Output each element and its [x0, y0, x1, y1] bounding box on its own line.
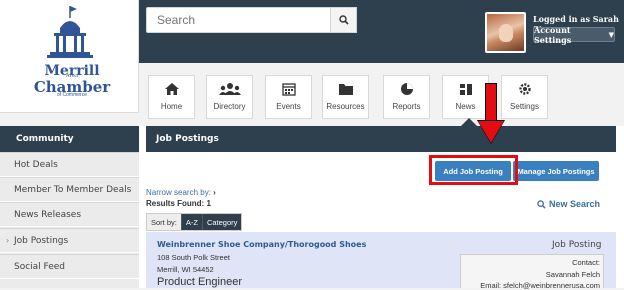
company-name-link[interactable]: Weinbrenner Shoe Company/Thorogood Shoes [157, 240, 366, 249]
sidebar-item-label: Member To Member Deals [14, 184, 132, 195]
search-box [146, 7, 357, 33]
chevron-right-icon: › [213, 188, 216, 197]
sidebar-header-label: Community [16, 134, 74, 144]
nav-settings-label: Settings [510, 102, 539, 111]
sidebar-item-job-postings[interactable]: › Job Postings [0, 228, 139, 253]
sidebar-item-member-deals[interactable]: Member To Member Deals [0, 177, 139, 202]
listing-type-label: Job Posting [552, 240, 602, 250]
nav-resources-label: Resources [326, 102, 365, 111]
address-line-2: Merrill, WI 54452 [157, 265, 214, 274]
nav-home[interactable]: Home [148, 75, 195, 119]
nav-news[interactable]: News [442, 75, 489, 119]
gear-icon [518, 83, 531, 95]
calendar-icon [281, 83, 296, 96]
sort-label: Sort by: [151, 217, 177, 227]
search-button[interactable] [330, 7, 357, 33]
narrow-search[interactable]: Narrow search by: › [146, 188, 216, 197]
news-icon [459, 84, 472, 95]
sidebar-item-label: Job Postings [14, 235, 69, 246]
sidebar-item-social-feed[interactable]: Social Feed [0, 254, 139, 279]
caret-down-icon: ▼ [608, 30, 614, 39]
new-search-label: New Search [549, 199, 601, 209]
nav-settings[interactable]: Settings [501, 75, 548, 119]
page-title-bar: Job Postings [146, 126, 616, 152]
sidebar-item-hot-deals[interactable]: Hot Deals [0, 152, 139, 177]
job-title: Product Engineer [157, 276, 242, 288]
narrow-search-label: Narrow search by: [146, 188, 211, 197]
nav-news-label: News [455, 102, 476, 111]
results-count: Results Found: 1 [146, 199, 211, 208]
folder-icon [338, 84, 353, 95]
pie-chart-icon [400, 83, 413, 95]
nav-home-label: Home [160, 102, 183, 111]
account-settings-button[interactable]: Account Settings ▼ [533, 24, 615, 45]
sidebar-item-label: Hot Deals [14, 159, 58, 170]
nav-directory[interactable]: Directory [206, 75, 253, 119]
directory-icon [218, 83, 241, 95]
search-icon [338, 15, 349, 25]
manage-job-postings-button[interactable]: Manage Job Postings [513, 161, 599, 181]
account-settings-label: Account Settings [534, 24, 572, 45]
contact-email[interactable]: Email: sfelch@weinbrennerusa.com [462, 281, 600, 290]
search-input[interactable] [147, 8, 356, 32]
logo-of-commerce: of Commerce [56, 92, 87, 98]
sort-option-a-z[interactable]: A-Z [180, 214, 202, 230]
home-icon [164, 83, 179, 95]
sidebar-item-label: Social Feed [14, 261, 66, 272]
user-avatar[interactable] [485, 12, 526, 53]
contact-label: Contact: [572, 258, 600, 267]
nav-reports[interactable]: Reports [383, 75, 430, 119]
sidebar-header: Community [0, 126, 139, 152]
nav-directory-label: Directory [213, 102, 246, 111]
chamber-building-logo-icon [47, 6, 93, 58]
search-icon [537, 199, 546, 209]
manage-job-postings-label: Manage Job Postings [517, 166, 595, 176]
nav-events-label: Events [276, 102, 301, 111]
new-search-link[interactable]: New Search [537, 199, 600, 209]
nav-events[interactable]: Events [265, 75, 312, 119]
contact-name: Savannah Felch [545, 270, 600, 279]
address-line-1: 108 South Polk Street [157, 253, 230, 262]
active-nav-pointer [461, 118, 477, 126]
sort-option-category[interactable]: Category [201, 214, 242, 230]
page-title: Job Postings [156, 134, 219, 144]
logo-panel: Merrill Area Chamber of Commerce [0, 0, 139, 113]
nav-reports-label: Reports [392, 102, 421, 111]
sidebar-item-label: News Releases [14, 209, 82, 220]
annotation-arrow-shaft [485, 83, 497, 123]
highlight-box [429, 155, 518, 185]
annotation-arrow-head [478, 121, 504, 143]
chevron-right-icon: › [6, 236, 10, 245]
nav-resources[interactable]: Resources [322, 75, 369, 119]
sort-bar: Sort by: A-Z Category [146, 213, 243, 231]
sidebar-item-news-releases[interactable]: News Releases [0, 202, 139, 227]
